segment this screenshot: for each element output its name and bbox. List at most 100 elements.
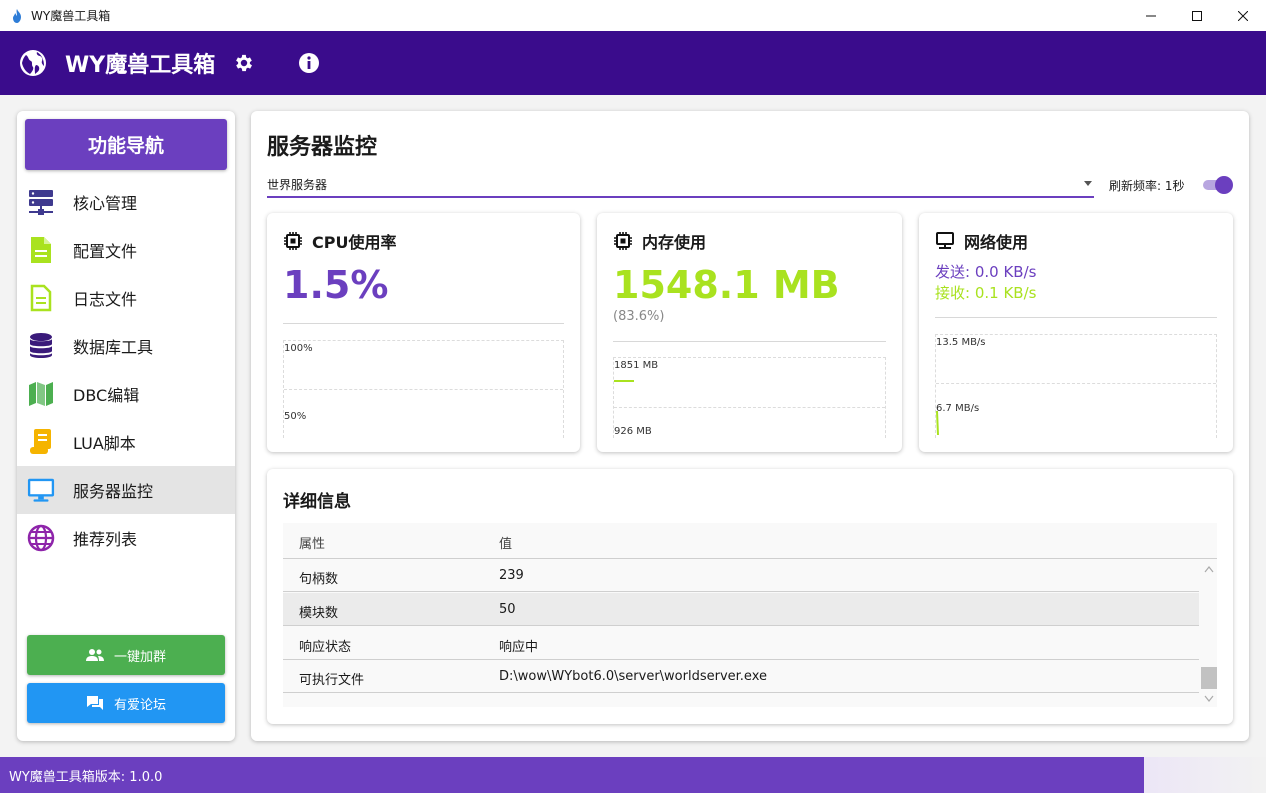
server-select-value: 世界服务器 <box>267 178 328 192</box>
network-card: 网络使用 发送: 0.0 KB/s 接收: 0.1 KB/s 13.5 MB/s… <box>919 213 1233 452</box>
sidebar-item-config[interactable]: 配置文件 <box>17 226 235 274</box>
row-value: 响应中 <box>499 640 539 655</box>
close-icon <box>1238 10 1248 21</box>
map-icon <box>27 380 55 408</box>
join-group-button[interactable]: 一键加群 <box>27 635 225 675</box>
scroll-icon <box>27 428 55 456</box>
join-group-label: 一键加群 <box>113 649 166 665</box>
row-key: 可执行文件 <box>299 673 365 688</box>
window-titlebar: WY魔兽工具箱 <box>0 0 1266 31</box>
row-key: 句柄数 <box>299 572 339 587</box>
sidebar-item-label: DBC编辑 <box>73 386 140 405</box>
sidebar-item-label: 核心管理 <box>73 194 138 213</box>
cpu-chart: 100% 50% <box>283 340 564 438</box>
globe-icon[interactable] <box>18 48 48 78</box>
memory-chart-top-label: 1851 MB <box>614 360 659 371</box>
network-chart-gridline <box>936 383 1216 384</box>
table-row[interactable]: 句柄数 239 <box>283 559 1199 592</box>
window-title: WY魔兽工具箱 <box>31 9 111 23</box>
table-scrollbar[interactable] <box>1201 559 1217 707</box>
row-value: D:\wow\WYbot6.0\server\worldserver.exe <box>499 669 767 684</box>
table-row[interactable]: 响应状态 响应中 <box>283 627 1199 660</box>
table-header: 属性 值 <box>283 523 1217 559</box>
gear-icon[interactable] <box>233 52 255 74</box>
sidebar-title: 功能导航 <box>25 119 227 170</box>
column-header-property: 属性 <box>299 537 326 552</box>
network-divider <box>935 317 1217 318</box>
network-title: 网络使用 <box>964 233 1029 252</box>
memory-chart-gridline <box>614 407 885 408</box>
sidebar-item-logs[interactable]: 日志文件 <box>17 274 235 322</box>
sidebar-item-label: 推荐列表 <box>73 530 138 549</box>
refresh-rate-label: 刷新频率: 1秒 <box>1109 179 1185 193</box>
cpu-value: 1.5% <box>283 263 389 307</box>
sidebar-item-database[interactable]: 数据库工具 <box>17 322 235 370</box>
monitor-icon <box>27 476 55 504</box>
details-title: 详细信息 <box>283 492 351 512</box>
cpu-icon <box>284 232 302 250</box>
network-recv: 接收: 0.1 KB/s <box>935 284 1037 302</box>
memory-title: 内存使用 <box>642 233 707 252</box>
row-value: 50 <box>499 602 516 617</box>
nav-list: 核心管理 配置文件 日志文件 数据库工具 DBC编辑 LUA脚本 服务器监控 推… <box>17 178 235 562</box>
sidebar-item-label: 配置文件 <box>73 242 138 261</box>
database-icon <box>27 332 55 360</box>
cpu-divider <box>283 323 564 324</box>
close-button[interactable] <box>1220 0 1266 31</box>
main-panel: 服务器监控 世界服务器 刷新频率: 1秒 CPU使用率 1.5% 100% 50… <box>251 111 1249 741</box>
cpu-title: CPU使用率 <box>312 233 397 252</box>
minimize-button[interactable] <box>1128 0 1174 31</box>
sidebar-item-lua[interactable]: LUA脚本 <box>17 418 235 466</box>
app-name: WY魔兽工具箱 <box>65 53 216 78</box>
sidebar-item-recommend[interactable]: 推荐列表 <box>17 514 235 562</box>
group-icon <box>85 649 104 661</box>
toggle-knob <box>1215 176 1233 194</box>
sidebar-item-dbc[interactable]: DBC编辑 <box>17 370 235 418</box>
memory-chart-mid-label: 926 MB <box>614 426 652 437</box>
cpu-chart-mid-label: 50% <box>284 411 307 422</box>
memory-chart-line <box>614 380 634 382</box>
details-card: 详细信息 属性 值 句柄数 239 模块数 50 响应状态 响应中 可执行文件 … <box>267 469 1233 724</box>
table-row[interactable]: 模块数 50 <box>283 593 1199 626</box>
info-icon[interactable] <box>298 52 320 74</box>
table-row[interactable]: 可执行文件 D:\wow\WYbot6.0\server\worldserver… <box>283 660 1199 693</box>
scroll-down-icon[interactable] <box>1204 695 1214 705</box>
network-chart-line <box>936 411 939 436</box>
row-key: 模块数 <box>299 606 339 621</box>
globe-icon <box>27 524 55 552</box>
minimize-icon <box>1146 15 1156 16</box>
scrollbar-thumb[interactable] <box>1201 667 1217 689</box>
file-icon <box>27 236 55 264</box>
network-monitor-icon <box>936 232 954 249</box>
column-header-value: 值 <box>499 537 513 552</box>
page-title: 服务器监控 <box>267 135 378 160</box>
sidebar: 功能导航 核心管理 配置文件 日志文件 数据库工具 DBC编辑 LUA脚本 服务… <box>17 111 235 741</box>
maximize-button[interactable] <box>1174 0 1220 31</box>
sidebar-item-label: 日志文件 <box>73 290 138 309</box>
network-chart-mid-label: 6.7 MB/s <box>936 403 980 414</box>
row-value: 239 <box>499 568 524 583</box>
cpu-card: CPU使用率 1.5% 100% 50% <box>267 213 580 452</box>
row-key: 响应状态 <box>299 640 352 655</box>
server-select[interactable]: 世界服务器 <box>267 173 1094 198</box>
sidebar-item-monitor[interactable]: 服务器监控 <box>17 466 235 514</box>
file-text-icon <box>27 284 55 312</box>
app-header: WY魔兽工具箱 <box>0 31 1266 95</box>
network-chart: 13.5 MB/s 6.7 MB/s <box>935 334 1217 438</box>
status-bar-edge <box>1144 757 1266 793</box>
sidebar-item-label: 服务器监控 <box>73 482 154 501</box>
refresh-toggle[interactable] <box>1201 176 1233 194</box>
memory-chart: 1851 MB 926 MB <box>613 357 886 438</box>
status-bar: WY魔兽工具箱版本: 1.0.0 <box>0 757 1144 793</box>
cpu-chart-top-label: 100% <box>284 343 313 354</box>
scroll-up-icon[interactable] <box>1204 565 1214 575</box>
forum-icon <box>86 696 103 710</box>
cpu-chart-gridline <box>284 389 563 390</box>
app-flame-icon <box>13 8 21 23</box>
memory-percent: (83.6%) <box>613 309 665 324</box>
forum-button[interactable]: 有爱论坛 <box>27 683 225 723</box>
memory-chip-icon <box>614 232 632 250</box>
maximize-icon <box>1192 10 1202 21</box>
chevron-down-icon <box>1084 181 1092 186</box>
sidebar-item-core[interactable]: 核心管理 <box>17 178 235 226</box>
